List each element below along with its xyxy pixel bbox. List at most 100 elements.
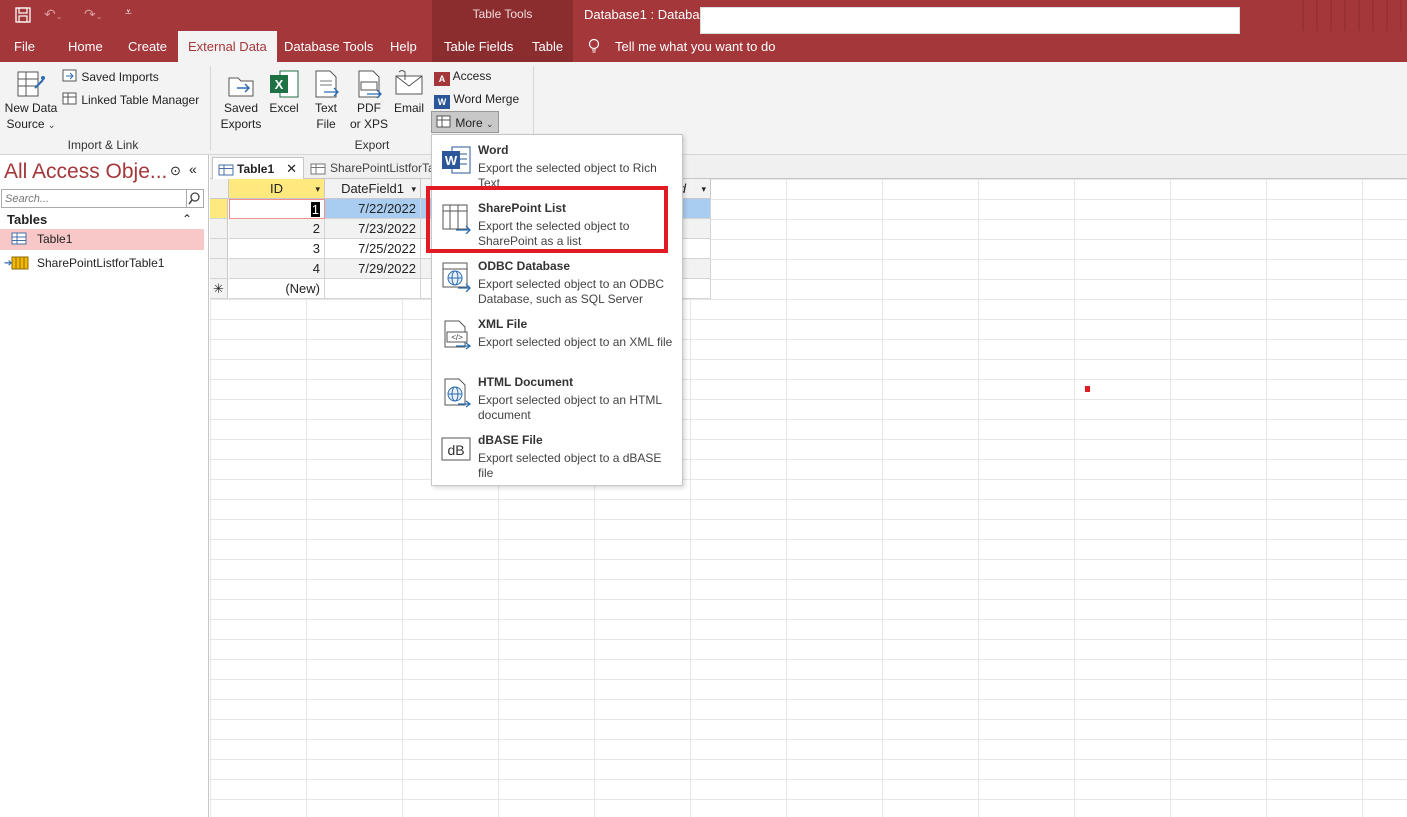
row-selector[interactable] <box>210 199 228 219</box>
email-export-button[interactable]: Email <box>392 68 426 126</box>
cell-date[interactable]: 7/22/2022 <box>325 199 421 219</box>
tab-file[interactable]: File <box>4 31 45 62</box>
menu-item-word[interactable]: W Word Export the selected object to Ric… <box>432 136 682 186</box>
new-data-source-label2: Source <box>6 117 45 131</box>
menu-item-odbc-database[interactable]: ODBC Database Export selected object to … <box>432 252 682 310</box>
text-file-label2: File <box>316 117 336 131</box>
column-header-label: DateField1 <box>341 181 404 196</box>
cell-id[interactable]: 2 <box>229 219 325 239</box>
cell-empty[interactable] <box>325 279 421 299</box>
red-marker <box>1085 386 1090 392</box>
search-icon[interactable] <box>187 189 204 208</box>
menu-item-desc: Export selected object to a dBASE file <box>478 451 662 480</box>
nav-item-sharepoint-list[interactable]: ➔ SharePointListforTable1 <box>0 253 204 274</box>
menu-item-desc: Export the selected object to SharePoint… <box>478 219 630 248</box>
shutter-bar-close-icon[interactable]: « <box>189 161 197 177</box>
column-header-datefield1[interactable]: DateField1 ▾ <box>325 179 421 199</box>
menu-item-desc: Export the selected object to Rich Text <box>478 161 657 186</box>
row-selector[interactable] <box>210 219 228 239</box>
menu-item-title: ODBC Database <box>478 259 571 273</box>
menu-item-html-document[interactable]: HTML Document Export selected object to … <box>432 368 682 426</box>
svg-text:dB: dB <box>447 442 464 458</box>
menu-item-title: HTML Document <box>478 375 574 389</box>
column-filter-icon[interactable]: ▾ <box>315 179 320 199</box>
pdf-label2: or XPS <box>349 117 388 131</box>
new-data-source-icon <box>17 71 45 97</box>
chevron-down-icon: ⌄ <box>486 119 494 129</box>
saved-imports-button[interactable]: Saved Imports <box>62 69 159 84</box>
tab-database-tools[interactable]: Database Tools <box>274 31 383 62</box>
redo-icon[interactable]: ↷⌄ <box>84 6 102 23</box>
word-merge-button[interactable]: W Word Merge <box>434 92 519 109</box>
column-header-label: ID <box>270 181 283 196</box>
cell-id[interactable]: 1 <box>229 199 325 219</box>
access-export-button[interactable]: A Access <box>434 69 491 86</box>
tab-create[interactable]: Create <box>118 31 177 62</box>
new-record-icon[interactable]: ✳ <box>210 279 228 299</box>
menu-item-sharepoint-list[interactable]: SharePoint List Export the selected obje… <box>432 194 682 252</box>
tab-external-data[interactable]: External Data <box>178 31 277 62</box>
tab-help[interactable]: Help <box>380 31 427 62</box>
title-decoration <box>1290 0 1407 31</box>
saved-exports-icon <box>228 77 254 97</box>
close-icon[interactable]: ✕ <box>286 158 297 180</box>
linked-table-icon <box>11 256 29 277</box>
cell-date[interactable]: 7/29/2022 <box>325 259 421 279</box>
excel-icon: X <box>270 70 299 98</box>
nav-pane-title[interactable]: All Access Obje... <box>4 160 167 184</box>
doc-tab-table1[interactable]: Table1 ✕ <box>212 157 304 179</box>
column-header-id[interactable]: ID ▾ <box>229 179 325 199</box>
text-file-icon <box>315 70 339 98</box>
linked-table-manager-button[interactable]: Linked Table Manager <box>62 92 199 107</box>
ribbon <box>0 62 1407 155</box>
nav-menu-dropdown-icon[interactable]: ⊙ <box>170 163 181 179</box>
column-filter-icon[interactable]: ▾ <box>411 179 416 199</box>
table-icon <box>11 232 27 253</box>
saved-exports-label2: Exports <box>220 117 262 131</box>
cell-date[interactable]: 7/25/2022 <box>325 239 421 259</box>
menu-item-desc: Export selected object to an HTML docume… <box>478 393 662 422</box>
tell-me-search[interactable]: Tell me what you want to do <box>615 31 775 62</box>
row-selector[interactable] <box>210 259 228 279</box>
odbc-database-icon <box>440 260 472 293</box>
pdf-xps-icon <box>358 70 382 99</box>
doc-tab-label: Table1 <box>237 162 275 176</box>
nav-search-input[interactable] <box>1 189 187 208</box>
saved-exports-button[interactable]: Saved Exports <box>220 68 262 136</box>
excel-label: Excel <box>269 101 299 115</box>
word-icon: W <box>440 144 472 176</box>
tab-table-fields[interactable]: Table Fields <box>434 31 523 62</box>
text-file-export-button[interactable]: Text File <box>308 68 344 136</box>
customize-qat-icon[interactable]: ⩡ <box>125 5 132 20</box>
cell-new-record[interactable]: (New) <box>229 279 325 299</box>
cell-id[interactable]: 4 <box>229 259 325 279</box>
column-filter-icon[interactable]: ▾ <box>701 179 706 199</box>
save-icon[interactable] <box>14 6 32 27</box>
excel-export-button[interactable]: X Excel <box>266 68 302 126</box>
cell-id[interactable]: 3 <box>229 239 325 259</box>
undo-icon[interactable]: ↶⌄ <box>44 6 62 23</box>
cell-date[interactable]: 7/23/2022 <box>325 219 421 239</box>
doc-tab-sharepoint-list[interactable]: SharePointListforTa <box>306 157 431 179</box>
menu-item-xml-file[interactable]: </> XML File Export selected object to a… <box>432 310 682 368</box>
select-all-corner[interactable] <box>210 179 229 199</box>
menu-item-title: SharePoint List <box>478 201 567 215</box>
collapse-section-icon[interactable]: ⌃ <box>182 212 192 226</box>
doc-tab-label: SharePointListforTa <box>330 161 431 175</box>
menu-item-dbase-file[interactable]: dB dBASE File Export selected object to … <box>432 426 682 484</box>
new-data-source-button[interactable]: New Data Source ⌄ <box>4 68 58 134</box>
saved-imports-label: Saved Imports <box>81 70 159 84</box>
email-label: Email <box>393 101 424 115</box>
tab-table[interactable]: Table <box>522 31 573 62</box>
more-export-button[interactable]: More ⌄ <box>431 111 499 133</box>
tab-home[interactable]: Home <box>58 31 113 62</box>
nav-item-table1[interactable]: Table1 <box>0 229 204 250</box>
xml-file-icon: </> <box>440 318 472 350</box>
dbase-file-icon: dB <box>440 434 472 466</box>
row-selector[interactable] <box>210 239 228 259</box>
nav-section-tables[interactable]: Tables <box>0 210 204 229</box>
title-redaction-box <box>700 7 1240 34</box>
more-label: More <box>455 116 483 130</box>
pdf-xps-export-button[interactable]: PDF or XPS <box>348 68 390 136</box>
sharepoint-list-icon <box>440 202 472 235</box>
